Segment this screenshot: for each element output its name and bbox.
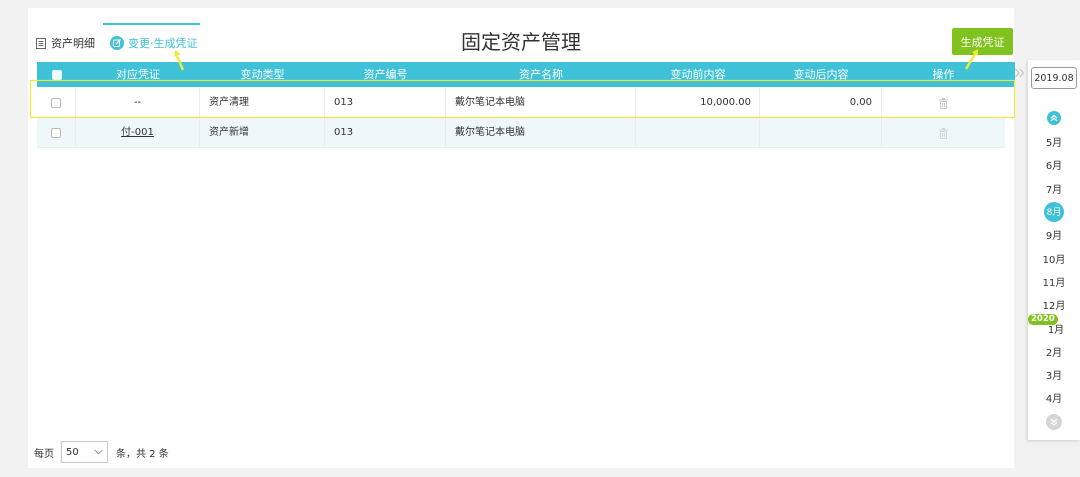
column-header: 操作 xyxy=(932,68,955,81)
month-item[interactable]: 9月 xyxy=(1028,223,1080,246)
action-cell xyxy=(882,88,1005,118)
period-navigator: 2019.08 5月 6月 7月 8月 9月 10月 11月 12月 2020 … xyxy=(1028,60,1080,440)
change-type-cell: 资产新增 xyxy=(200,118,325,148)
page-title: 固定资产管理 xyxy=(461,30,581,54)
month-item[interactable]: 4月 xyxy=(1028,386,1080,409)
column-header: 资产编号 xyxy=(363,68,408,81)
month-label: 10月 xyxy=(1042,254,1066,266)
month-label: 5月 xyxy=(1045,138,1063,150)
month-label: 3月 xyxy=(1045,371,1063,383)
month-label: 12月 xyxy=(1042,301,1066,313)
row-checkbox-cell xyxy=(37,118,76,148)
trash-icon[interactable] xyxy=(939,127,948,139)
column-header: 资产名称 xyxy=(519,68,563,81)
after-value-cell xyxy=(760,118,882,148)
asset-code-cell: 013 xyxy=(325,88,446,118)
chevron-down-circle-icon[interactable] xyxy=(1046,414,1062,430)
asset-name-cell: 戴尔笔记本电脑 xyxy=(446,88,636,118)
document-icon xyxy=(36,37,46,49)
year-badge: 2020 xyxy=(1028,314,1058,326)
month-item[interactable]: 5月 xyxy=(1028,130,1080,153)
page-size-value: 50 xyxy=(66,446,79,458)
chevron-down-icon xyxy=(94,447,103,458)
chevron-up-circle-icon[interactable] xyxy=(1047,111,1061,125)
month-label: 11月 xyxy=(1042,277,1066,289)
month-label: 9月 xyxy=(1045,231,1063,243)
month-item[interactable]: 6月 xyxy=(1028,153,1080,176)
table-row: -- 资产清理 013 戴尔笔记本电脑 10,000.00 0.00 xyxy=(37,88,1005,118)
double-chevron-right-icon[interactable] xyxy=(1014,67,1026,79)
month-item[interactable]: 3月 xyxy=(1028,363,1080,386)
header-checkbox-cell xyxy=(37,62,76,87)
month-list: 5月 6月 7月 8月 9月 10月 11月 12月 2020 1月 2月 3月… xyxy=(1028,130,1080,410)
select-all-checkbox[interactable] xyxy=(51,69,62,80)
action-cell xyxy=(882,118,1005,148)
before-value-cell xyxy=(636,118,760,148)
table-body: -- 资产清理 013 戴尔笔记本电脑 10,000.00 0.00 付-001… xyxy=(37,88,1005,148)
before-value-cell: 10,000.00 xyxy=(636,88,760,118)
voucher-cell: 付-001 xyxy=(76,118,200,148)
edit-circle-icon xyxy=(110,35,124,50)
change-type-cell: 资产清理 xyxy=(200,88,325,118)
row-checkbox-cell xyxy=(37,88,76,118)
asset-name-cell: 戴尔笔记本电脑 xyxy=(446,118,636,148)
voucher-link[interactable]: 付-001 xyxy=(121,127,154,138)
table-row: 付-001 资产新增 013 戴尔笔记本电脑 xyxy=(37,118,1005,148)
tab-change-voucher[interactable]: 变更·生成凭证 xyxy=(103,23,200,60)
column-header: 变动后内容 xyxy=(793,68,849,81)
row-checkbox[interactable] xyxy=(51,128,61,138)
column-header: 变动前内容 xyxy=(670,68,726,81)
trash-icon[interactable] xyxy=(939,97,948,109)
pagination: 每页 50 条，共 2 条 xyxy=(34,441,169,463)
month-item[interactable]: 8月 xyxy=(1028,200,1080,223)
month-label: 4月 xyxy=(1045,394,1063,406)
column-header: 对应凭证 xyxy=(116,68,160,81)
month-label: 8月 xyxy=(1044,201,1064,222)
generate-voucher-button[interactable]: 生成凭证 xyxy=(952,28,1013,55)
month-label: 6月 xyxy=(1045,161,1063,173)
pagination-summary: 条，共 2 条 xyxy=(116,448,169,460)
table-header: 对应凭证 变动类型 资产编号 资产名称 变动前内容 变动后内容 操作 xyxy=(37,62,1015,87)
row-checkbox[interactable] xyxy=(51,98,61,108)
month-item[interactable]: 11月 xyxy=(1028,270,1080,293)
month-item[interactable]: 2月 xyxy=(1028,340,1080,363)
month-item[interactable]: 2020 1月 xyxy=(1028,314,1080,339)
asset-code-cell: 013 xyxy=(325,118,446,148)
tab-asset-detail[interactable]: 资产明细 xyxy=(36,30,95,56)
current-period[interactable]: 2019.08 xyxy=(1031,67,1077,89)
month-item[interactable]: 7月 xyxy=(1028,177,1080,200)
page-size-select[interactable]: 50 xyxy=(61,441,108,463)
tab-label: 资产明细 xyxy=(51,37,95,50)
per-page-label: 每页 xyxy=(34,448,54,460)
voucher-cell: -- xyxy=(76,88,200,118)
column-header: 变动类型 xyxy=(240,68,285,81)
tab-label: 变更·生成凭证 xyxy=(128,36,198,50)
after-value-cell: 0.00 xyxy=(760,88,882,118)
month-label: 2月 xyxy=(1045,347,1063,359)
month-label: 7月 xyxy=(1045,184,1063,196)
month-item[interactable]: 10月 xyxy=(1028,246,1080,269)
month-item[interactable]: 12月 xyxy=(1028,293,1080,316)
